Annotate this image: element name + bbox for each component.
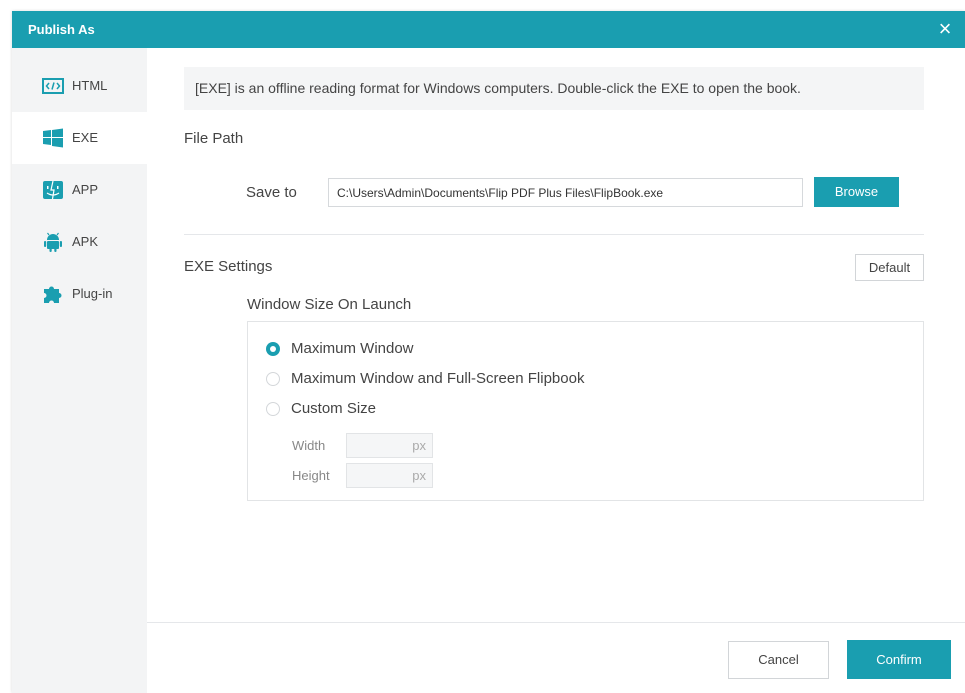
sidebar-item-exe[interactable]: EXE <box>12 112 147 164</box>
main-content: [EXE] is an offline reading format for W… <box>147 48 965 622</box>
save-to-label: Save to <box>246 184 297 201</box>
puzzle-icon <box>44 286 62 303</box>
radio-label: Maximum Window <box>291 340 414 357</box>
sidebar: HTML EXE APP APK Plug-in <box>12 48 147 693</box>
width-input[interactable]: px <box>346 433 433 458</box>
dialog-title: Publish As <box>28 22 95 37</box>
height-input[interactable]: px <box>346 463 433 488</box>
sidebar-item-apk[interactable]: APK <box>12 216 147 268</box>
radio-selected-icon[interactable] <box>266 342 280 356</box>
confirm-button[interactable]: Confirm <box>847 640 951 679</box>
sidebar-item-label: EXE <box>72 130 99 145</box>
cancel-button[interactable]: Cancel <box>728 641 829 679</box>
windows-icon <box>43 128 63 148</box>
sidebar-item-app[interactable]: APP <box>12 164 147 216</box>
mac-finder-icon <box>43 180 63 200</box>
radio-unselected-icon[interactable] <box>266 402 280 416</box>
sidebar-item-label: APP <box>72 182 99 197</box>
android-icon <box>44 232 62 252</box>
width-label: Width <box>292 438 326 453</box>
height-unit: px <box>412 468 426 483</box>
window-size-title: Window Size On Launch <box>247 296 412 313</box>
publish-as-dialog: Publish As × HTML EXE APP APK Plug-in [E… <box>12 11 965 693</box>
radio-label: Maximum Window and Full-Screen Flipbook <box>291 370 585 387</box>
default-button[interactable]: Default <box>855 254 924 281</box>
footer-divider <box>147 622 965 623</box>
sidebar-item-label: Plug-in <box>72 286 113 301</box>
sidebar-item-label: HTML <box>72 78 108 93</box>
sidebar-item-html[interactable]: HTML <box>12 60 147 112</box>
height-label: Height <box>292 468 330 483</box>
html-code-icon <box>42 78 64 94</box>
window-size-options: Maximum Window Maximum Window and Full-S… <box>247 321 924 501</box>
exe-settings-title: EXE Settings <box>184 258 273 275</box>
dialog-titlebar: Publish As × <box>12 11 965 48</box>
radio-label: Custom Size <box>291 400 377 417</box>
format-description: [EXE] is an offline reading format for W… <box>184 67 924 110</box>
save-path-input[interactable] <box>328 178 803 207</box>
file-path-title: File Path <box>184 130 244 147</box>
width-unit: px <box>412 438 426 453</box>
section-divider <box>184 234 924 235</box>
sidebar-item-label: APK <box>72 234 99 249</box>
close-icon[interactable]: × <box>933 17 957 41</box>
radio-unselected-icon[interactable] <box>266 372 280 386</box>
sidebar-item-plugin[interactable]: Plug-in <box>12 268 147 320</box>
browse-button[interactable]: Browse <box>814 177 899 207</box>
